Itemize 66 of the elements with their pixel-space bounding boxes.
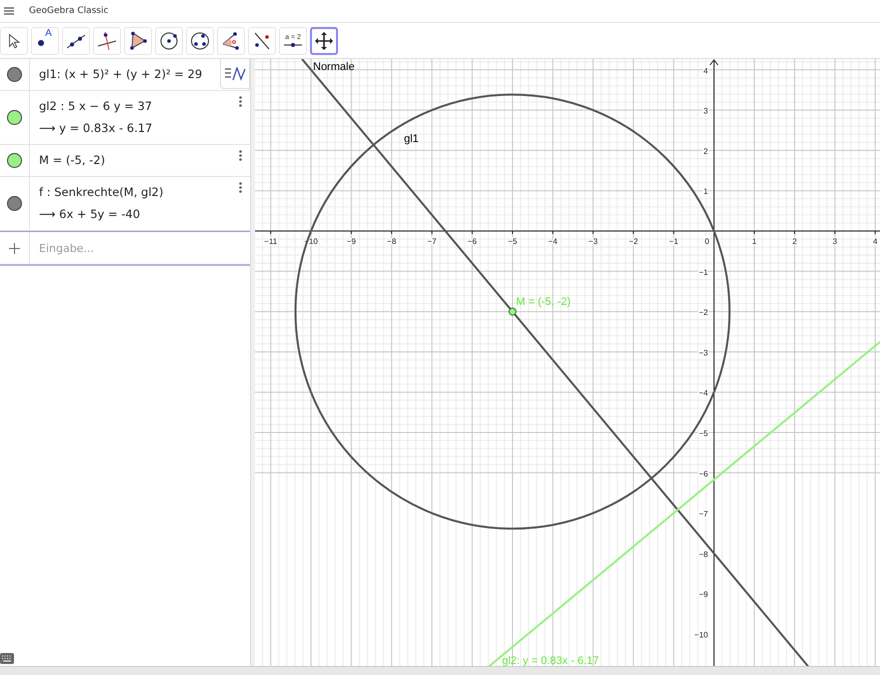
y-tick-label: −4: [698, 388, 708, 398]
point-icon: [38, 40, 44, 46]
x-tick-label: 1: [752, 237, 757, 246]
x-tick-label: −4: [548, 237, 558, 246]
algebra-output: ⟶ y = 0.83x - 6.17: [39, 121, 152, 135]
circle-three-points-icon: [190, 30, 210, 50]
visibility-dot[interactable]: [7, 153, 22, 168]
y-tick-label: −8: [698, 550, 708, 559]
y-tick-label: 4: [704, 66, 708, 76]
graph-style-icon: [224, 66, 246, 80]
y-tick-label: −9: [698, 590, 708, 600]
algebra-definition[interactable]: M = (-5, -2): [39, 153, 106, 167]
more-options-icon[interactable]: [239, 150, 242, 161]
algebra-definition[interactable]: f : Senkrechte(M, gl2): [39, 185, 164, 199]
tool-letter: A: [45, 28, 52, 39]
angle-icon: [221, 30, 241, 50]
slider-icon: [283, 42, 303, 48]
polygon-icon: [128, 30, 148, 50]
point-marker: [508, 308, 516, 316]
x-tick-label: −2: [628, 237, 638, 246]
object-label: gl1: [404, 133, 419, 145]
y-tick-label: −3: [698, 348, 708, 358]
window-title: GeoGebra Classic: [29, 6, 108, 16]
object-label: M = (-5, -2): [516, 296, 571, 308]
visibility-dot[interactable]: [7, 196, 22, 211]
circle-center-icon: [159, 30, 179, 50]
x-tick-label: −9: [346, 237, 356, 246]
plus-icon[interactable]: [9, 242, 20, 254]
style-bar-button[interactable]: [220, 59, 250, 89]
x-tick-label: −1: [669, 237, 678, 246]
x-tick-label: −11: [264, 237, 278, 246]
x-tick-label: −8: [387, 237, 396, 246]
input-field[interactable]: Eingabe...: [30, 232, 250, 264]
y-tick-label: −6: [698, 469, 708, 478]
x-tick-label: 0: [704, 237, 710, 246]
y-tick-label: −2: [698, 308, 708, 318]
move-icon: [314, 30, 334, 50]
algebra-output: ⟶ 6x + 5y = -40: [39, 207, 142, 221]
x-tick-label: 4: [872, 237, 878, 246]
object-label: gl2: y = 0.83x - 6.17: [502, 655, 599, 666]
tool-button[interactable]: [310, 26, 338, 54]
visibility-dot[interactable]: [7, 67, 22, 82]
y-tick-label: 2: [704, 146, 708, 156]
x-tick-label: −6: [468, 237, 477, 246]
reflect-line-icon: [252, 30, 272, 50]
keyboard-icon[interactable]: [0, 653, 14, 664]
menu-icon[interactable]: [4, 7, 14, 15]
x-tick-label: −7: [427, 237, 436, 246]
more-options-icon[interactable]: [239, 96, 242, 107]
x-tick-label: −5: [508, 237, 518, 246]
object-label: Normale: [313, 61, 355, 73]
x-tick-label: 2: [792, 237, 797, 246]
y-tick-label: 3: [704, 106, 708, 116]
tool-button[interactable]: A: [31, 26, 59, 54]
y-tick-label: −1: [698, 268, 708, 277]
algebra-definition[interactable]: gl2 : 5 x − 6 y = 37: [39, 99, 152, 113]
y-tick-label: −7: [698, 510, 708, 519]
more-options-icon[interactable]: [239, 182, 242, 193]
x-tick-label: −3: [588, 237, 598, 246]
y-tick-label: 1: [704, 187, 708, 196]
y-tick-label: −5: [698, 429, 708, 438]
perpendicular-line-icon: [97, 30, 117, 50]
visibility-dot[interactable]: [7, 110, 22, 125]
y-tick-label: −10: [694, 630, 708, 640]
algebra-definition[interactable]: gl1: (x + 5)² + (y + 2)² = 29: [39, 67, 202, 81]
x-tick-label: 3: [832, 237, 838, 246]
